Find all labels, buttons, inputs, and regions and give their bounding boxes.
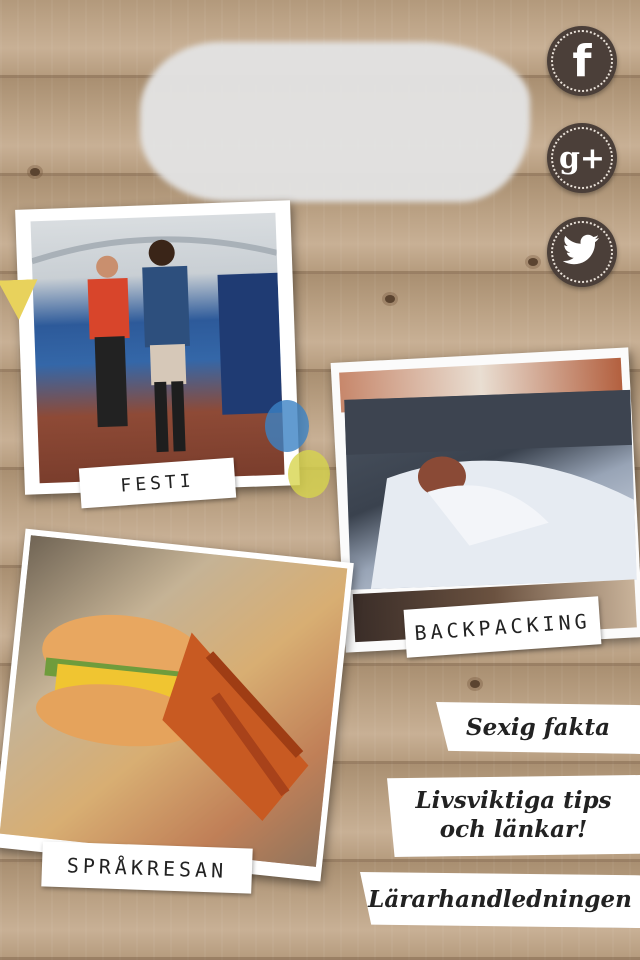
sprakresan-photo	[0, 535, 348, 867]
lararhandledningen-text: Lärarhandledningen	[368, 885, 632, 913]
livsviktiga-tips-link[interactable]: Livsviktiga tips och länkar!	[387, 775, 640, 857]
facebook-button[interactable]: f	[547, 26, 617, 96]
google-plus-button[interactable]: g+	[547, 123, 617, 193]
festival-photo	[30, 212, 285, 484]
backpacking-photo	[344, 389, 637, 590]
sprakresan-label: SPRÅKRESAN	[41, 841, 253, 894]
livsviktiga-tips-line1: Livsviktiga tips	[415, 787, 612, 815]
balloon-blue	[265, 400, 309, 452]
app-logo-redacted	[140, 42, 530, 202]
sexig-fakta-link[interactable]: Sexig fakta	[436, 702, 640, 754]
lararhandledningen-link[interactable]: Lärarhandledningen	[360, 872, 640, 928]
twitter-icon	[562, 234, 601, 270]
livsviktiga-tips-line2: och länkar!	[439, 816, 588, 843]
facebook-icon: f	[572, 35, 592, 87]
festival-photo-frame	[15, 200, 300, 495]
sexig-fakta-text: Sexig fakta	[465, 713, 611, 741]
sprakresan-photo-frame	[0, 528, 354, 882]
twitter-button[interactable]	[547, 217, 617, 287]
balloon-yellow	[288, 450, 330, 498]
google-plus-icon: g+	[558, 140, 606, 176]
